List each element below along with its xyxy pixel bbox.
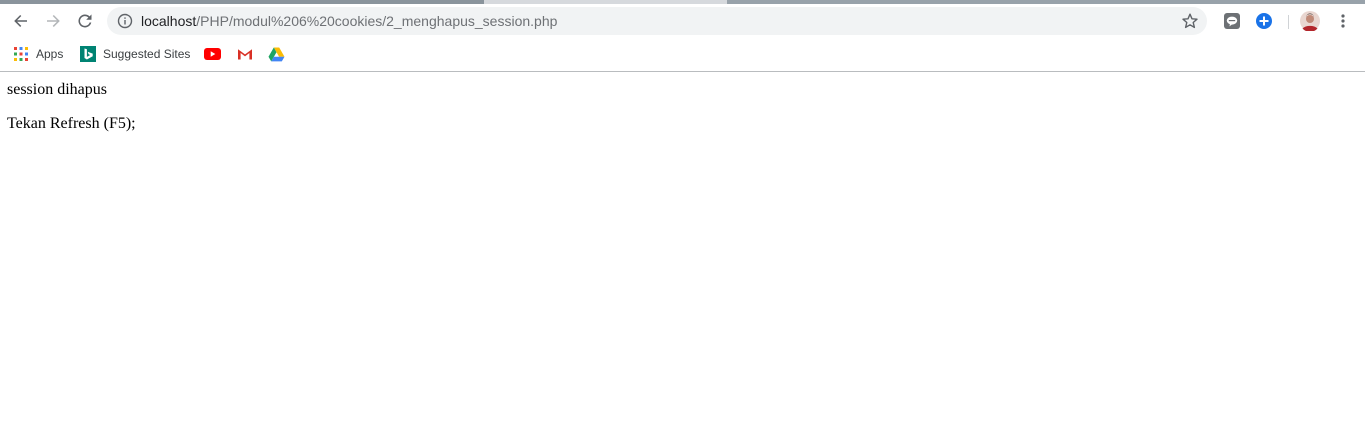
apps-grid-icon [14,47,28,61]
bookmark-youtube[interactable] [204,44,221,64]
toolbar-divider [1288,15,1289,29]
url-host: localhost [141,13,197,29]
google-drive-icon [268,47,285,61]
gmail-icon [238,49,252,60]
bookmark-google-drive[interactable] [268,44,285,64]
back-button[interactable] [7,7,35,35]
bookmark-suggested-sites[interactable]: Suggested Sites [80,44,190,64]
forward-button[interactable] [39,7,67,35]
bookmarks-bar: Apps Suggested Sites [0,38,1365,72]
line-extension-icon[interactable] [1222,11,1242,31]
page-content: session dihapus Tekan Refresh (F5); [0,72,1365,427]
address-bar[interactable]: localhost/PHP/modul%206%20cookies/2_meng… [107,7,1207,35]
profile-avatar[interactable] [1300,11,1320,31]
menu-kebab-icon[interactable] [1333,11,1353,31]
bookmark-apps-label: Apps [36,47,64,61]
reload-button[interactable] [71,7,99,35]
youtube-icon [204,48,221,60]
refresh-instruction: Tekan Refresh (F5); [7,115,136,132]
url-path: /PHP/modul%206%20cookies/2_menghapus_ses… [196,13,558,29]
bookmark-gmail[interactable] [237,44,253,64]
browser-toolbar: localhost/PHP/modul%206%20cookies/2_meng… [0,4,1365,38]
url-text[interactable]: localhost/PHP/modul%206%20cookies/2_meng… [141,13,557,29]
reload-icon [78,14,92,28]
info-icon[interactable] [117,13,133,29]
add-extension-icon[interactable] [1254,11,1274,31]
bing-icon [80,46,96,62]
arrow-left-icon [14,15,27,27]
star-icon[interactable] [1181,12,1199,30]
bookmark-suggested-sites-label: Suggested Sites [103,47,191,61]
arrow-right-icon [47,15,60,27]
session-deleted-message: session dihapus [7,81,107,98]
bookmark-apps[interactable]: Apps [13,44,63,64]
